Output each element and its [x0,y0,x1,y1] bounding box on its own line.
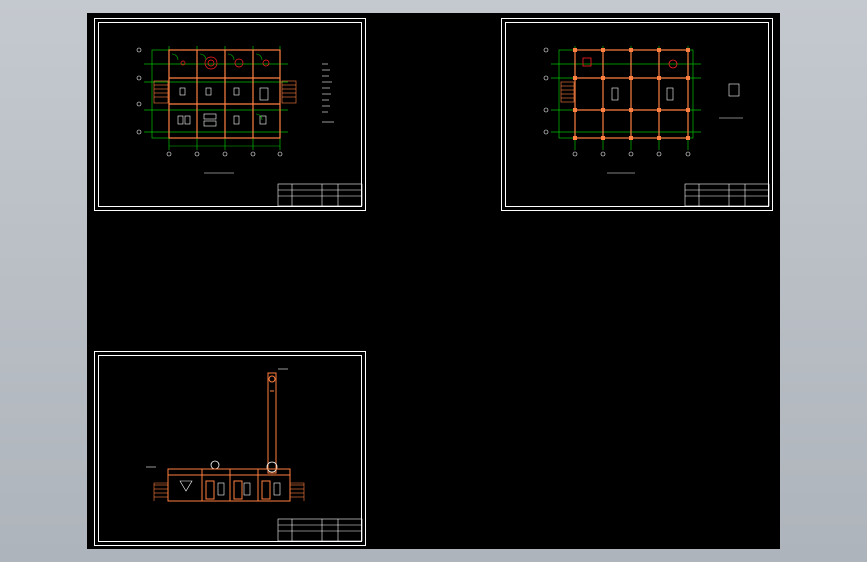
tank [210,460,220,470]
building-elevation [167,468,291,502]
sheet-elevation[interactable] [94,351,366,546]
stair-icon [560,81,575,103]
legend-block [719,83,743,119]
drawing-canvas[interactable] [87,13,780,549]
sheet-structure-plan[interactable] [501,18,773,211]
sheet-outer-border [94,351,366,546]
cad-viewer-frame [0,0,867,562]
sheet-floor-plan[interactable] [94,18,366,211]
beams [574,49,689,139]
title-block [277,518,363,542]
sheet-outer-border [94,18,366,211]
level-markers [146,368,288,468]
title-block [277,183,363,207]
equipment [611,87,674,101]
fixtures [582,57,678,69]
stair-icon [153,482,305,501]
title-block [684,183,770,207]
grid-lines [144,46,288,150]
sheet-outer-border [501,18,773,211]
equipment [177,87,269,127]
legend-block [322,63,334,123]
chimney [267,372,277,474]
sheet-inner-border [98,355,362,542]
